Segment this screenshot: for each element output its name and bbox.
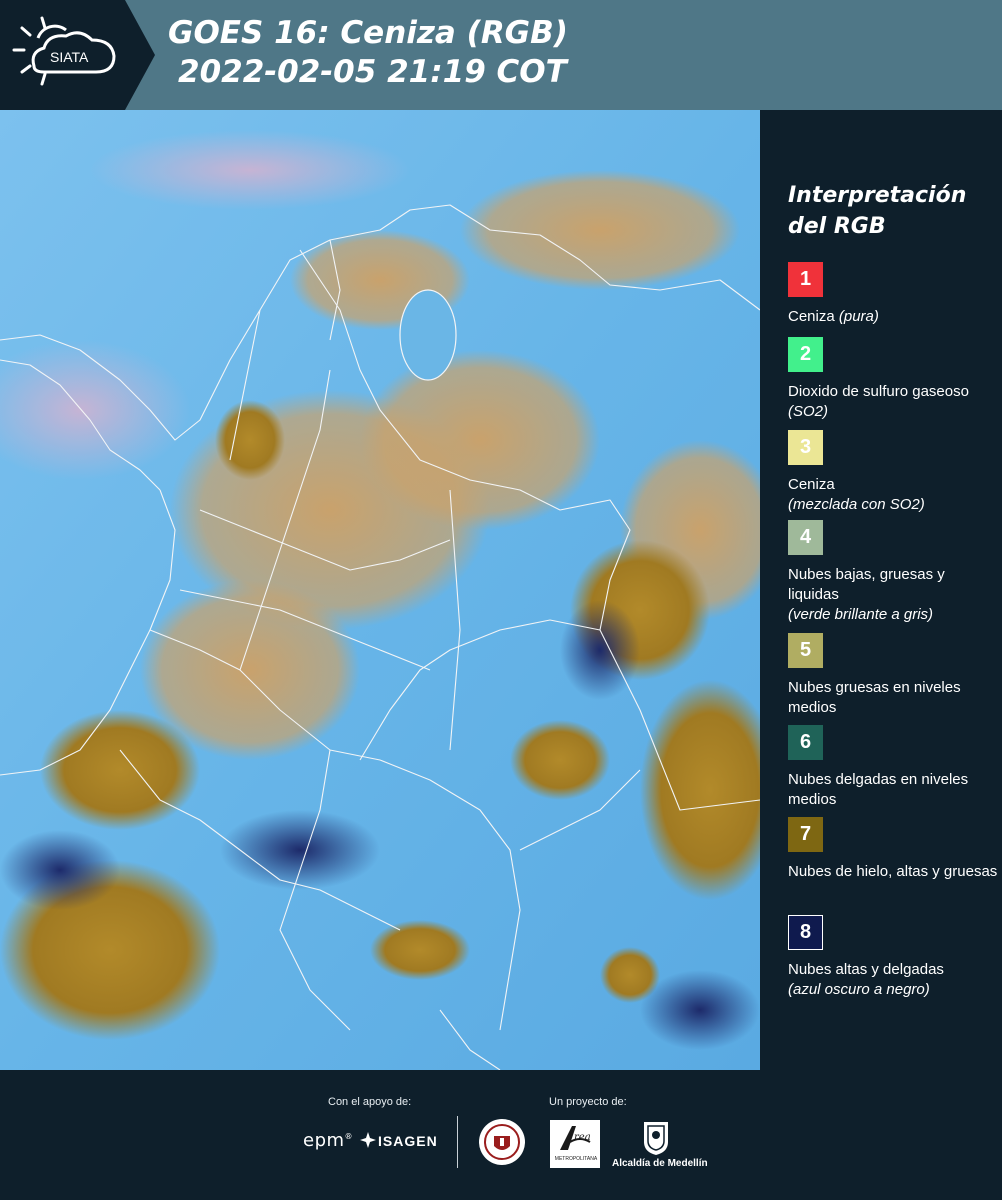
epm-logo: epm® [303,1130,354,1151]
legend-swatch-5: 5 [788,633,823,668]
legend-label-5: Nubes gruesas en niveles medios [788,679,961,716]
isagen-logo: ISAGEN [378,1133,438,1149]
epm-logo-text: epm [303,1130,345,1151]
legend-item-5: 5 Nubes gruesas en niveles medios [788,633,998,718]
siata-logo: SIATA [0,0,155,110]
legend-swatch-2: 2 [788,337,823,372]
area-logo-text: METROPOLITANA [554,1156,598,1162]
legend-text-3: Ceniza [788,476,835,493]
support-label: Con el apoyo de: [328,1096,412,1108]
legend-swatch-4: 4 [788,520,823,555]
legend-label-6: Nubes delgadas en niveles medios [788,771,969,808]
satellite-image [0,110,760,1070]
title-line-2: 2022-02-05 21:19 COT [178,54,567,90]
municipal-seal-icon [479,1119,525,1165]
legend-item-6: 6 Nubes delgadas en niveles medios [788,725,998,810]
project-label: Un proyecto de: [549,1096,627,1108]
header-bar: SIATA GOES 16: Ceniza (RGB) 2022-02-05 2… [0,0,1002,110]
svg-text:rea: rea [574,1132,591,1143]
legend-title: Interpretación del RGB [788,183,967,239]
legend-item-3: 3 Ceniza (mezclada con SO2) [788,430,998,515]
legend-swatch-7: 7 [788,817,823,852]
legend-label-1: Ceniza (pura) [788,307,998,327]
legend-label-2: Dioxido de sulfuro gaseoso (SO2) [788,382,998,422]
legend-item-8: 8 Nubes altas y delgadas (azul oscuro a … [788,915,998,1000]
legend-sub-1: (pura) [838,308,879,325]
footer-divider [457,1116,458,1168]
legend-swatch-6: 6 [788,725,823,760]
legend-item-1: 1 Ceniza (pura) [788,262,998,327]
legend-panel: Interpretación del RGB 1 Ceniza (pura) 2… [760,110,1002,1070]
page-title: GOES 16: Ceniza (RGB) 2022-02-05 21:19 C… [168,14,568,92]
legend-item-7: 7 Nubes de hielo, altas y gruesas [788,817,998,882]
alcaldia-crest-icon [644,1122,668,1155]
isagen-logo-icon [360,1132,376,1148]
legend-sub-8: (azul oscuro a negro) [788,981,930,998]
legend-swatch-8: 8 [788,915,823,950]
legend-sub-2: (SO2) [788,403,829,420]
siata-logo-text: SIATA [50,49,89,65]
satellite-map [0,110,760,1070]
legend-text-1: Ceniza [788,308,835,325]
legend-label-3: Ceniza (mezclada con SO2) [788,475,998,515]
legend-sub-3: (mezclada con SO2) [788,496,925,513]
legend-item-2: 2 Dioxido de sulfuro gaseoso (SO2) [788,337,998,422]
legend-swatch-1: 1 [788,262,823,297]
area-logo-icon: rea [560,1126,591,1150]
legend-text-4: Nubes bajas, gruesas y liquidas [788,566,945,603]
legend-label-4: Nubes bajas, gruesas y liquidas (verde b… [788,565,998,625]
title-line-1: GOES 16: Ceniza (RGB) [168,15,568,51]
legend-text-8: Nubes altas y delgadas [788,961,944,978]
legend-swatch-3: 3 [788,430,823,465]
footer-bar: Con el apoyo de: Un proyecto de: epm® IS… [0,1070,1002,1200]
legend-label-7: Nubes de hielo, altas y gruesas [788,863,998,880]
legend-label-8: Nubes altas y delgadas (azul oscuro a ne… [788,960,998,1000]
alcaldia-logo: Alcaldía de Medellín [612,1158,708,1169]
legend-item-4: 4 Nubes bajas, gruesas y liquidas (verde… [788,520,998,625]
legend-sub-4: (verde brillante a gris) [788,606,934,623]
legend-text-2: Dioxido de sulfuro gaseoso [788,383,969,400]
